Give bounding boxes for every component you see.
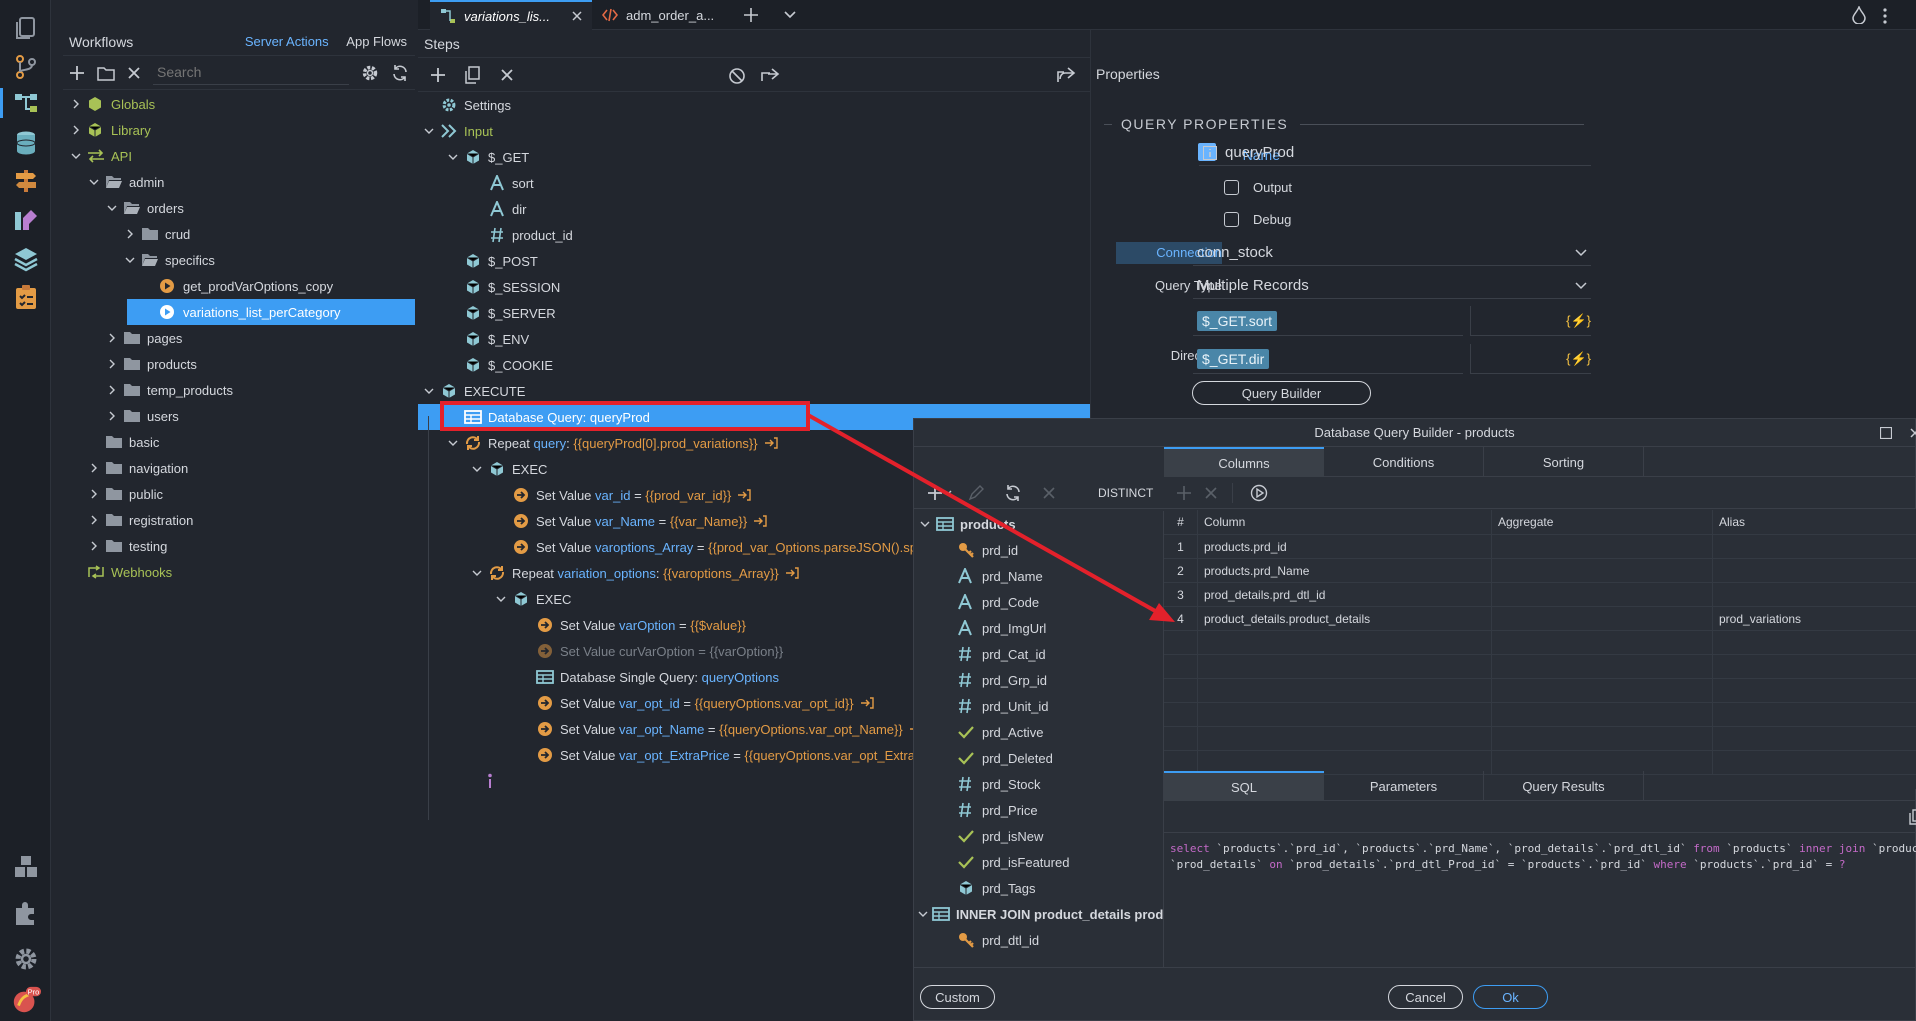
annotation-arrow [807, 413, 1175, 622]
app-window: Pro Workflows Server Actions App Flows G… [0, 0, 1916, 1021]
